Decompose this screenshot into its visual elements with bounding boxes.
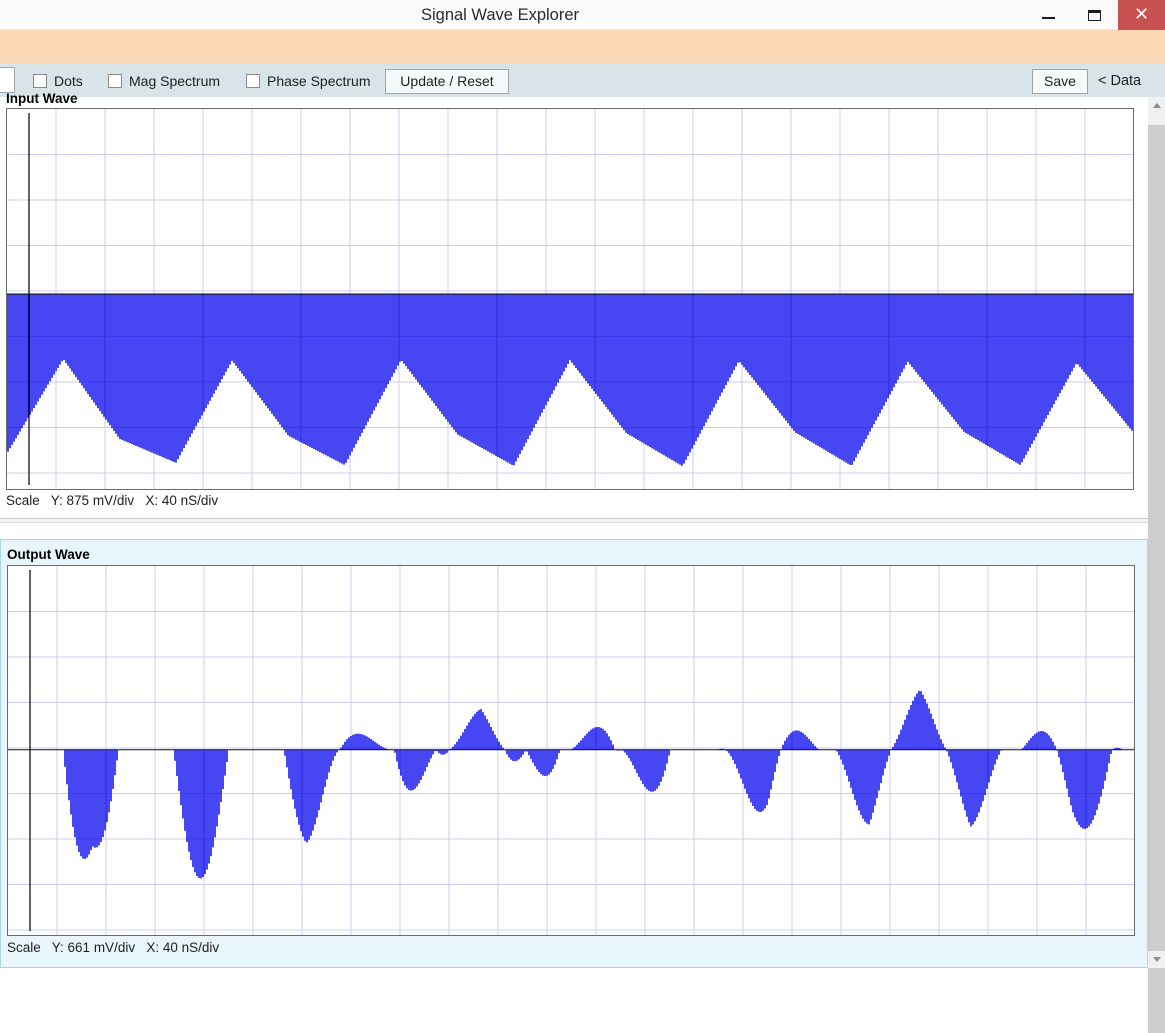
checkbox-dots-label: Dots <box>54 72 83 89</box>
checkbox-mag-spectrum-box[interactable] <box>108 73 122 88</box>
checkbox-dots-box[interactable] <box>33 73 47 88</box>
checkbox-phase-spectrum-label: Phase Spectrum <box>267 72 371 89</box>
data-toggle-button[interactable]: < Data <box>1098 64 1141 97</box>
maximize-button[interactable] <box>1072 0 1117 30</box>
input-wave-title: Input Wave <box>6 91 78 106</box>
output-wave-canvas <box>8 566 1134 935</box>
checkbox-phase-spectrum-box[interactable] <box>246 73 260 88</box>
minimize-button[interactable] <box>1026 0 1071 30</box>
input-wave-panel: Input Wave Scale Y: 875 mV/div X: 40 nS/… <box>0 91 1148 509</box>
window-title: Signal Wave Explorer <box>420 6 580 24</box>
close-button[interactable]: ✕ <box>1118 0 1165 30</box>
output-scale-label: Scale Y: 661 mV/div X: 40 nS/div <box>7 940 220 955</box>
window-titlebar: Signal Wave Explorer ✕ <box>0 0 1165 30</box>
close-icon: ✕ <box>1133 4 1150 25</box>
scroll-up-button[interactable] <box>1148 97 1165 114</box>
accent-band <box>0 30 1165 64</box>
update-reset-button[interactable]: Update / Reset <box>385 69 509 94</box>
chevron-up-icon <box>1152 103 1161 108</box>
scroll-down-button[interactable] <box>1148 951 1165 968</box>
save-button[interactable]: Save <box>1032 69 1088 94</box>
minimize-icon <box>1042 17 1055 19</box>
scrollbar-thumb[interactable] <box>1148 125 1165 1033</box>
output-wave-plot[interactable] <box>7 565 1135 936</box>
toolbar-left-stub-input[interactable] <box>0 67 15 93</box>
output-wave-panel: Output Wave Scale Y: 661 mV/div X: 40 nS… <box>0 539 1148 968</box>
content-area: Input Wave Scale Y: 875 mV/div X: 40 nS/… <box>0 91 1165 968</box>
checkbox-phase-spectrum[interactable]: Phase Spectrum <box>246 64 371 97</box>
checkbox-mag-spectrum-label: Mag Spectrum <box>129 72 221 89</box>
output-wave-title: Output Wave <box>7 547 90 562</box>
maximize-icon <box>1088 9 1101 21</box>
input-wave-canvas <box>7 109 1133 489</box>
panel-divider <box>0 518 1148 523</box>
chevron-down-icon <box>1152 957 1161 962</box>
toolbar: Dots Mag Spectrum Phase Spectrum Update … <box>0 64 1165 97</box>
vertical-scrollbar[interactable] <box>1148 97 1165 1033</box>
checkbox-mag-spectrum[interactable]: Mag Spectrum <box>108 64 220 97</box>
input-wave-plot[interactable] <box>6 108 1134 490</box>
input-scale-label: Scale Y: 875 mV/div X: 40 nS/div <box>6 493 219 508</box>
